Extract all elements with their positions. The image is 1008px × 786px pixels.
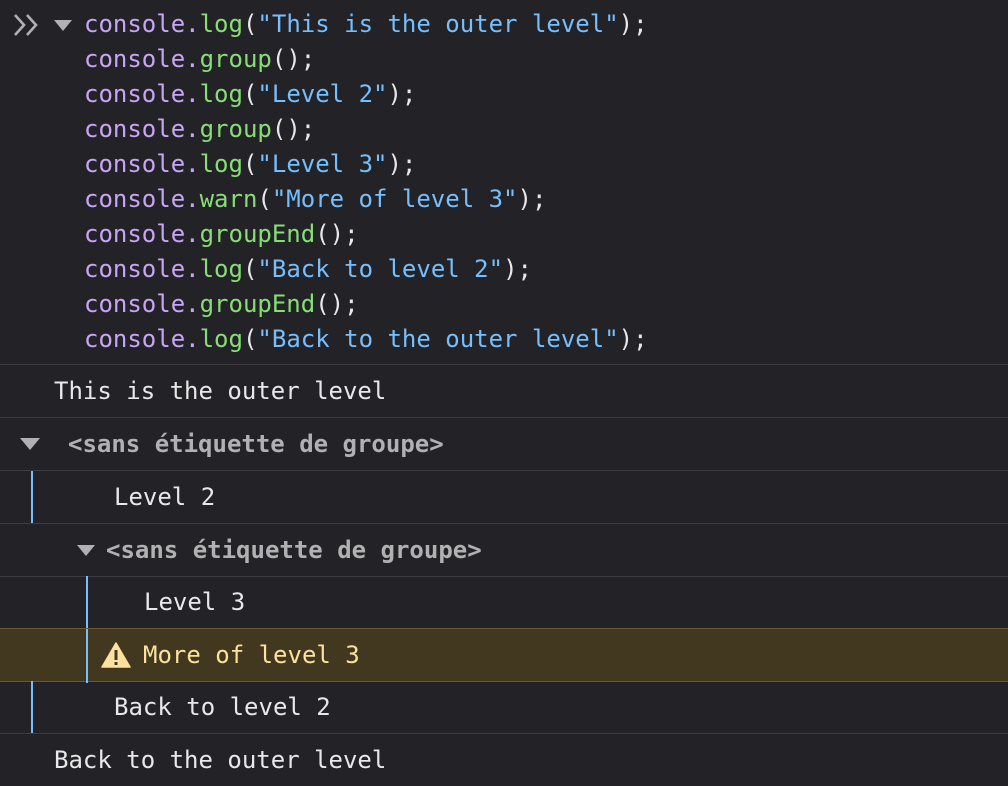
code-token-fn: log [199,80,243,108]
code-token-str: "This is the outer level" [257,10,619,38]
code-token-obj: console [84,150,186,178]
code-token-dot: . [185,80,200,108]
code-token-close: ); [517,185,547,213]
group-indent-bar [31,471,33,523]
code-token-dot: . [185,220,200,248]
group-label: <sans étiquette de groupe> [106,536,482,564]
code-token-open: ( [242,80,258,108]
code-token-obj: console [84,220,186,248]
code-token-dot: . [185,255,200,283]
code-token-fn: groupEnd [199,220,316,248]
log-message-back-level2: Back to level 2 [0,681,1008,734]
code-line: console.group(); [84,42,315,77]
code-token-fn: log [199,255,243,283]
group-label: <sans étiquette de groupe> [68,430,444,458]
code-token-open: ( [242,255,258,283]
code-line: console.log("Back to level 2"); [84,252,532,287]
message-text: Level 3 [144,588,246,616]
code-line: console.groupEnd(); [84,287,359,322]
collapse-triangle-icon[interactable] [77,545,95,556]
code-line: console.log("Level 3"); [84,147,416,182]
group-header-1[interactable]: <sans étiquette de groupe> [0,418,1008,471]
code-line: console.warn("More of level 3"); [84,182,546,217]
code-token-obj: console [84,325,186,353]
code-token-dot: . [185,150,200,178]
code-token-close: ); [618,10,648,38]
code-token-dot: . [185,325,200,353]
code-token-fn: group [199,115,272,143]
code-token-open: ( [242,325,258,353]
message-text: This is the outer level [54,377,387,405]
code-token-obj: console [84,45,186,73]
code-token-fn: log [199,325,243,353]
message-text: Level 2 [114,483,216,511]
code-token-dot: . [185,290,200,318]
code-token-close: ); [329,220,359,248]
code-token-obj: console [84,290,186,318]
code-line: console.group(); [84,112,315,147]
code-token-fn: log [199,10,243,38]
code-token-close: ); [618,325,648,353]
code-line: console.groupEnd(); [84,217,359,252]
log-message-outer: This is the outer level [0,365,1008,418]
code-token-dot: . [185,45,200,73]
prompt-chevrons-icon [14,14,38,36]
code-token-close: ); [387,150,417,178]
code-token-str: "Level 3" [257,150,388,178]
code-token-dot: . [185,10,200,38]
code-token-obj: console [84,185,186,213]
code-line: console.log("Level 2"); [84,77,416,112]
code-line: console.log("Back to the outer level"); [84,322,648,357]
code-token-close: ); [387,80,417,108]
code-token-open: ( [271,115,287,143]
code-token-fn: group [199,45,272,73]
code-line: console.log("This is the outer level"); [84,7,648,42]
code-token-dot: . [185,115,200,143]
code-token-obj: console [84,80,186,108]
code-token-obj: console [84,115,186,143]
group-indent-bar [86,576,88,628]
message-text: More of level 3 [143,641,360,669]
group-header-2[interactable]: <sans étiquette de groupe> [0,524,1008,577]
code-token-str: "Back to the outer level" [257,325,619,353]
log-message-level2: Level 2 [0,471,1008,524]
code-token-str: "More of level 3" [271,185,518,213]
group-indent-bar [86,629,88,683]
code-token-open: ( [271,45,287,73]
code-token-close: ); [503,255,532,283]
code-token-open: ( [242,10,258,38]
message-text: Back to the outer level [54,746,387,774]
code-token-close: ); [286,45,316,73]
code-token-obj: console [84,255,186,283]
code-token-close: ); [286,115,316,143]
warning-icon [101,642,131,668]
code-token-open: ( [242,150,258,178]
expand-triangle-icon[interactable] [54,20,72,32]
code-token-dot: . [185,185,200,213]
collapse-triangle-icon[interactable] [20,438,40,450]
group-indent-bar [31,681,33,733]
code-token-fn: log [199,150,243,178]
code-token-fn: warn [199,185,258,213]
code-token-fn: groupEnd [199,290,316,318]
log-message-back-outer: Back to the outer level [0,734,1008,786]
code-token-open: ( [257,185,272,213]
message-text: Back to level 2 [114,693,331,721]
warning-message-level3: More of level 3 [0,628,1008,683]
code-token-str: "Back to level 2" [257,255,504,283]
code-token-str: "Level 2" [257,80,388,108]
log-message-level3: Level 3 [0,576,1008,629]
code-token-obj: console [84,10,186,38]
code-token-open: ( [315,290,330,318]
console-input-block[interactable]: console.log("This is the outer level"); c… [0,0,1008,365]
code-token-close: ); [329,290,359,318]
code-token-open: ( [315,220,330,248]
